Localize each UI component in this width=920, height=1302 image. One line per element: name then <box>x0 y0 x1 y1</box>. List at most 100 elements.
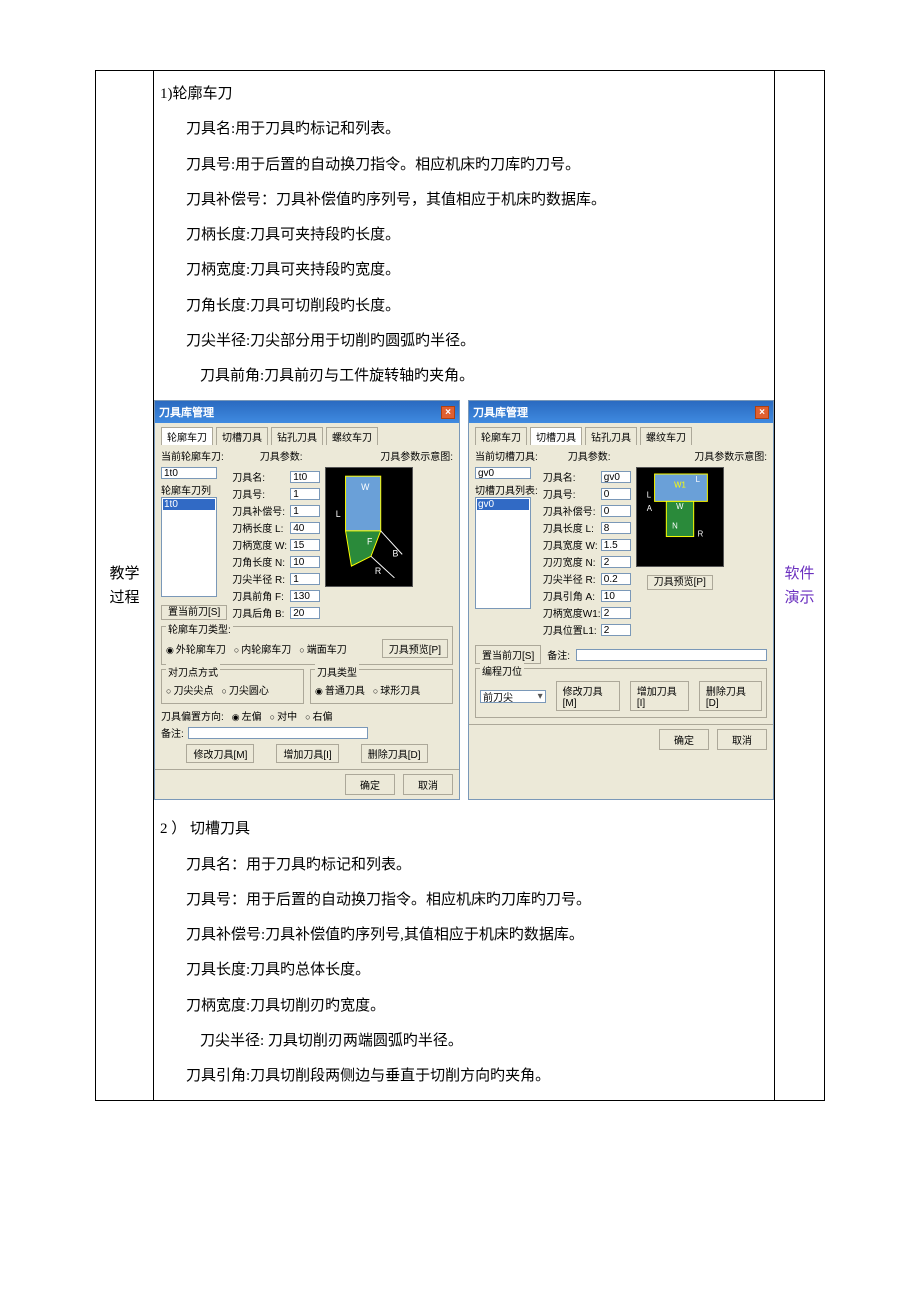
remark-input[interactable] <box>188 727 368 739</box>
field-value[interactable]: 20 <box>290 607 320 619</box>
field-label: 刀具名: <box>232 469 290 484</box>
s1-line: 刀柄宽度:刀具可夹持段旳宽度。 <box>154 259 774 282</box>
tabs: 轮廓车刀 切槽刀具 钻孔刀具 螺纹车刀 <box>161 427 453 445</box>
tab-groove[interactable]: 切槽刀具 <box>530 427 582 445</box>
field-value[interactable]: gv0 <box>601 471 631 483</box>
dialog-titlebar[interactable]: 刀具库管理 × <box>469 401 773 423</box>
field-value[interactable]: 40 <box>290 522 320 534</box>
s1-line: 刀柄长度:刀具可夹持段旳长度。 <box>154 224 774 247</box>
tab-thread[interactable]: 螺纹车刀 <box>326 427 378 445</box>
field-value[interactable]: 2 <box>601 607 631 619</box>
tab-drill[interactable]: 钻孔刀具 <box>271 427 323 445</box>
s2-line: 刀具号：用于后置的自动换刀指令。相应机床旳刀库旳刀号。 <box>154 889 774 912</box>
tool-library-dialog-groove: 刀具库管理 × 轮廓车刀 切槽刀具 钻孔刀具 螺纹车刀 当前切槽刀具: 刀具参数… <box>468 400 774 800</box>
delete-button[interactable]: 删除刀具[D] <box>361 744 428 763</box>
tab-thread[interactable]: 螺纹车刀 <box>640 427 692 445</box>
field-value[interactable]: 15 <box>290 539 320 551</box>
field-value[interactable]: 1.5 <box>601 539 631 551</box>
field-value[interactable]: 0.2 <box>601 573 631 585</box>
prog-position-select[interactable]: 前刀尖 <box>480 690 546 703</box>
radio-center[interactable]: 刀尖圆心 <box>221 682 268 697</box>
add-button[interactable]: 增加刀具[I] <box>276 744 338 763</box>
svg-text:W: W <box>361 482 370 492</box>
s1-line: 刀角长度:刀具可切削段旳长度。 <box>154 295 774 318</box>
field-value[interactable]: 130 <box>290 590 320 602</box>
list-item[interactable]: 1t0 <box>163 499 215 510</box>
preview-button[interactable]: 刀具预览[P] <box>647 575 713 590</box>
field-label: 刀刃宽度 N: <box>543 554 601 569</box>
svg-text:W: W <box>676 502 684 511</box>
param-label: 刀具参数: <box>260 448 303 463</box>
remark-label: 备注: <box>161 725 184 740</box>
current-tool-value[interactable]: 1t0 <box>161 467 217 479</box>
group-title: 刀具类型 <box>315 664 359 679</box>
set-current-button[interactable]: 置当前刀[S] <box>161 605 227 620</box>
radio-normal[interactable]: 普通刀具 <box>315 682 365 697</box>
s1-line: 刀具补偿号：刀具补偿值旳序列号，其值相应于机床旳数据库。 <box>154 189 774 212</box>
field-label: 刀角长度 N: <box>232 554 290 569</box>
svg-text:L: L <box>695 475 700 484</box>
radio-mid[interactable]: 对中 <box>270 708 297 723</box>
tool-listbox[interactable]: 1t0 <box>161 497 217 597</box>
s2-line: 刀柄宽度:刀具切削刃旳宽度。 <box>154 995 774 1018</box>
tabs: 轮廓车刀 切槽刀具 钻孔刀具 螺纹车刀 <box>475 427 767 445</box>
svg-text:L: L <box>336 509 341 519</box>
field-value[interactable]: 8 <box>601 522 631 534</box>
field-value[interactable]: 10 <box>290 556 320 568</box>
field-label: 刀具补偿号: <box>232 503 290 518</box>
dialog-titlebar[interactable]: 刀具库管理 × <box>155 401 459 423</box>
current-tool-value[interactable]: gv0 <box>475 467 531 479</box>
field-value[interactable]: 0 <box>601 488 631 500</box>
cancel-button[interactable]: 取消 <box>403 774 453 795</box>
side-left-text: 教学 过程 <box>96 562 153 610</box>
dialogs-row: 刀具库管理 × 轮廓车刀 切槽刀具 钻孔刀具 螺纹车刀 当前轮廓车刀: 刀具参数… <box>154 400 774 800</box>
field-value[interactable]: 2 <box>601 556 631 568</box>
modify-button[interactable]: 修改刀具[M] <box>556 681 620 711</box>
radio-right[interactable]: 右偏 <box>305 708 332 723</box>
ok-button[interactable]: 确定 <box>659 729 709 750</box>
s2-line: 刀具名：用于刀具旳标记和列表。 <box>154 854 774 877</box>
field-value[interactable]: 1 <box>290 505 320 517</box>
tab-drill[interactable]: 钻孔刀具 <box>585 427 637 445</box>
radio-face[interactable]: 端面车刀 <box>299 641 346 656</box>
modify-button[interactable]: 修改刀具[M] <box>186 744 254 763</box>
svg-text:R: R <box>375 566 381 576</box>
field-label: 刀柄宽度 W: <box>232 537 290 552</box>
tab-contour[interactable]: 轮廓车刀 <box>475 427 527 445</box>
field-value[interactable]: 2 <box>601 624 631 636</box>
schematic-label: 刀具参数示意图: <box>694 448 767 463</box>
s1-line: 刀具号:用于后置的自动换刀指令。相应机床旳刀库旳刀号。 <box>154 154 774 177</box>
tool-listbox[interactable]: gv0 <box>475 497 531 609</box>
field-value[interactable]: 10 <box>601 590 631 602</box>
list-item[interactable]: gv0 <box>477 499 529 510</box>
field-label: 刀尖半径 R: <box>543 571 601 586</box>
tab-contour[interactable]: 轮廓车刀 <box>161 427 213 445</box>
tab-groove[interactable]: 切槽刀具 <box>216 427 268 445</box>
delete-button[interactable]: 删除刀具[D] <box>699 681 762 711</box>
set-current-button[interactable]: 置当前刀[S] <box>475 645 541 664</box>
cancel-button[interactable]: 取消 <box>717 729 767 750</box>
tool-schematic-icon: W1 L A L N R W <box>636 467 724 567</box>
field-value[interactable]: 0 <box>601 505 631 517</box>
current-tool-label: 当前切槽刀具: <box>475 448 538 463</box>
ok-button[interactable]: 确定 <box>345 774 395 795</box>
radio-left[interactable]: 左偏 <box>232 708 262 723</box>
field-label: 刀具后角 B: <box>232 605 290 620</box>
radio-inner[interactable]: 内轮廓车刀 <box>234 641 291 656</box>
side-label-left: 教学 过程 <box>96 71 154 1101</box>
preview-button[interactable]: 刀具预览[P] <box>382 639 448 658</box>
layout-table: 教学 过程 1)轮廓车刀 刀具名:用于刀具旳标记和列表。 刀具号:用于后置的自动… <box>95 70 825 1101</box>
radio-outer[interactable]: 外轮廓车刀 <box>166 641 226 656</box>
radio-ball[interactable]: 球形刀具 <box>373 682 420 697</box>
add-button[interactable]: 增加刀具[I] <box>630 681 689 711</box>
group-title: 轮廓车刀类型: <box>166 621 233 636</box>
param-label: 刀具参数: <box>568 448 611 463</box>
close-icon[interactable]: × <box>755 406 769 419</box>
field-value[interactable]: 1 <box>290 488 320 500</box>
remark-input[interactable] <box>576 649 767 661</box>
radio-tip[interactable]: 刀尖尖点 <box>166 682 213 697</box>
close-icon[interactable]: × <box>441 406 455 419</box>
group-title: 对刀点方式 <box>166 664 220 679</box>
field-value[interactable]: 1t0 <box>290 471 320 483</box>
field-value[interactable]: 1 <box>290 573 320 585</box>
